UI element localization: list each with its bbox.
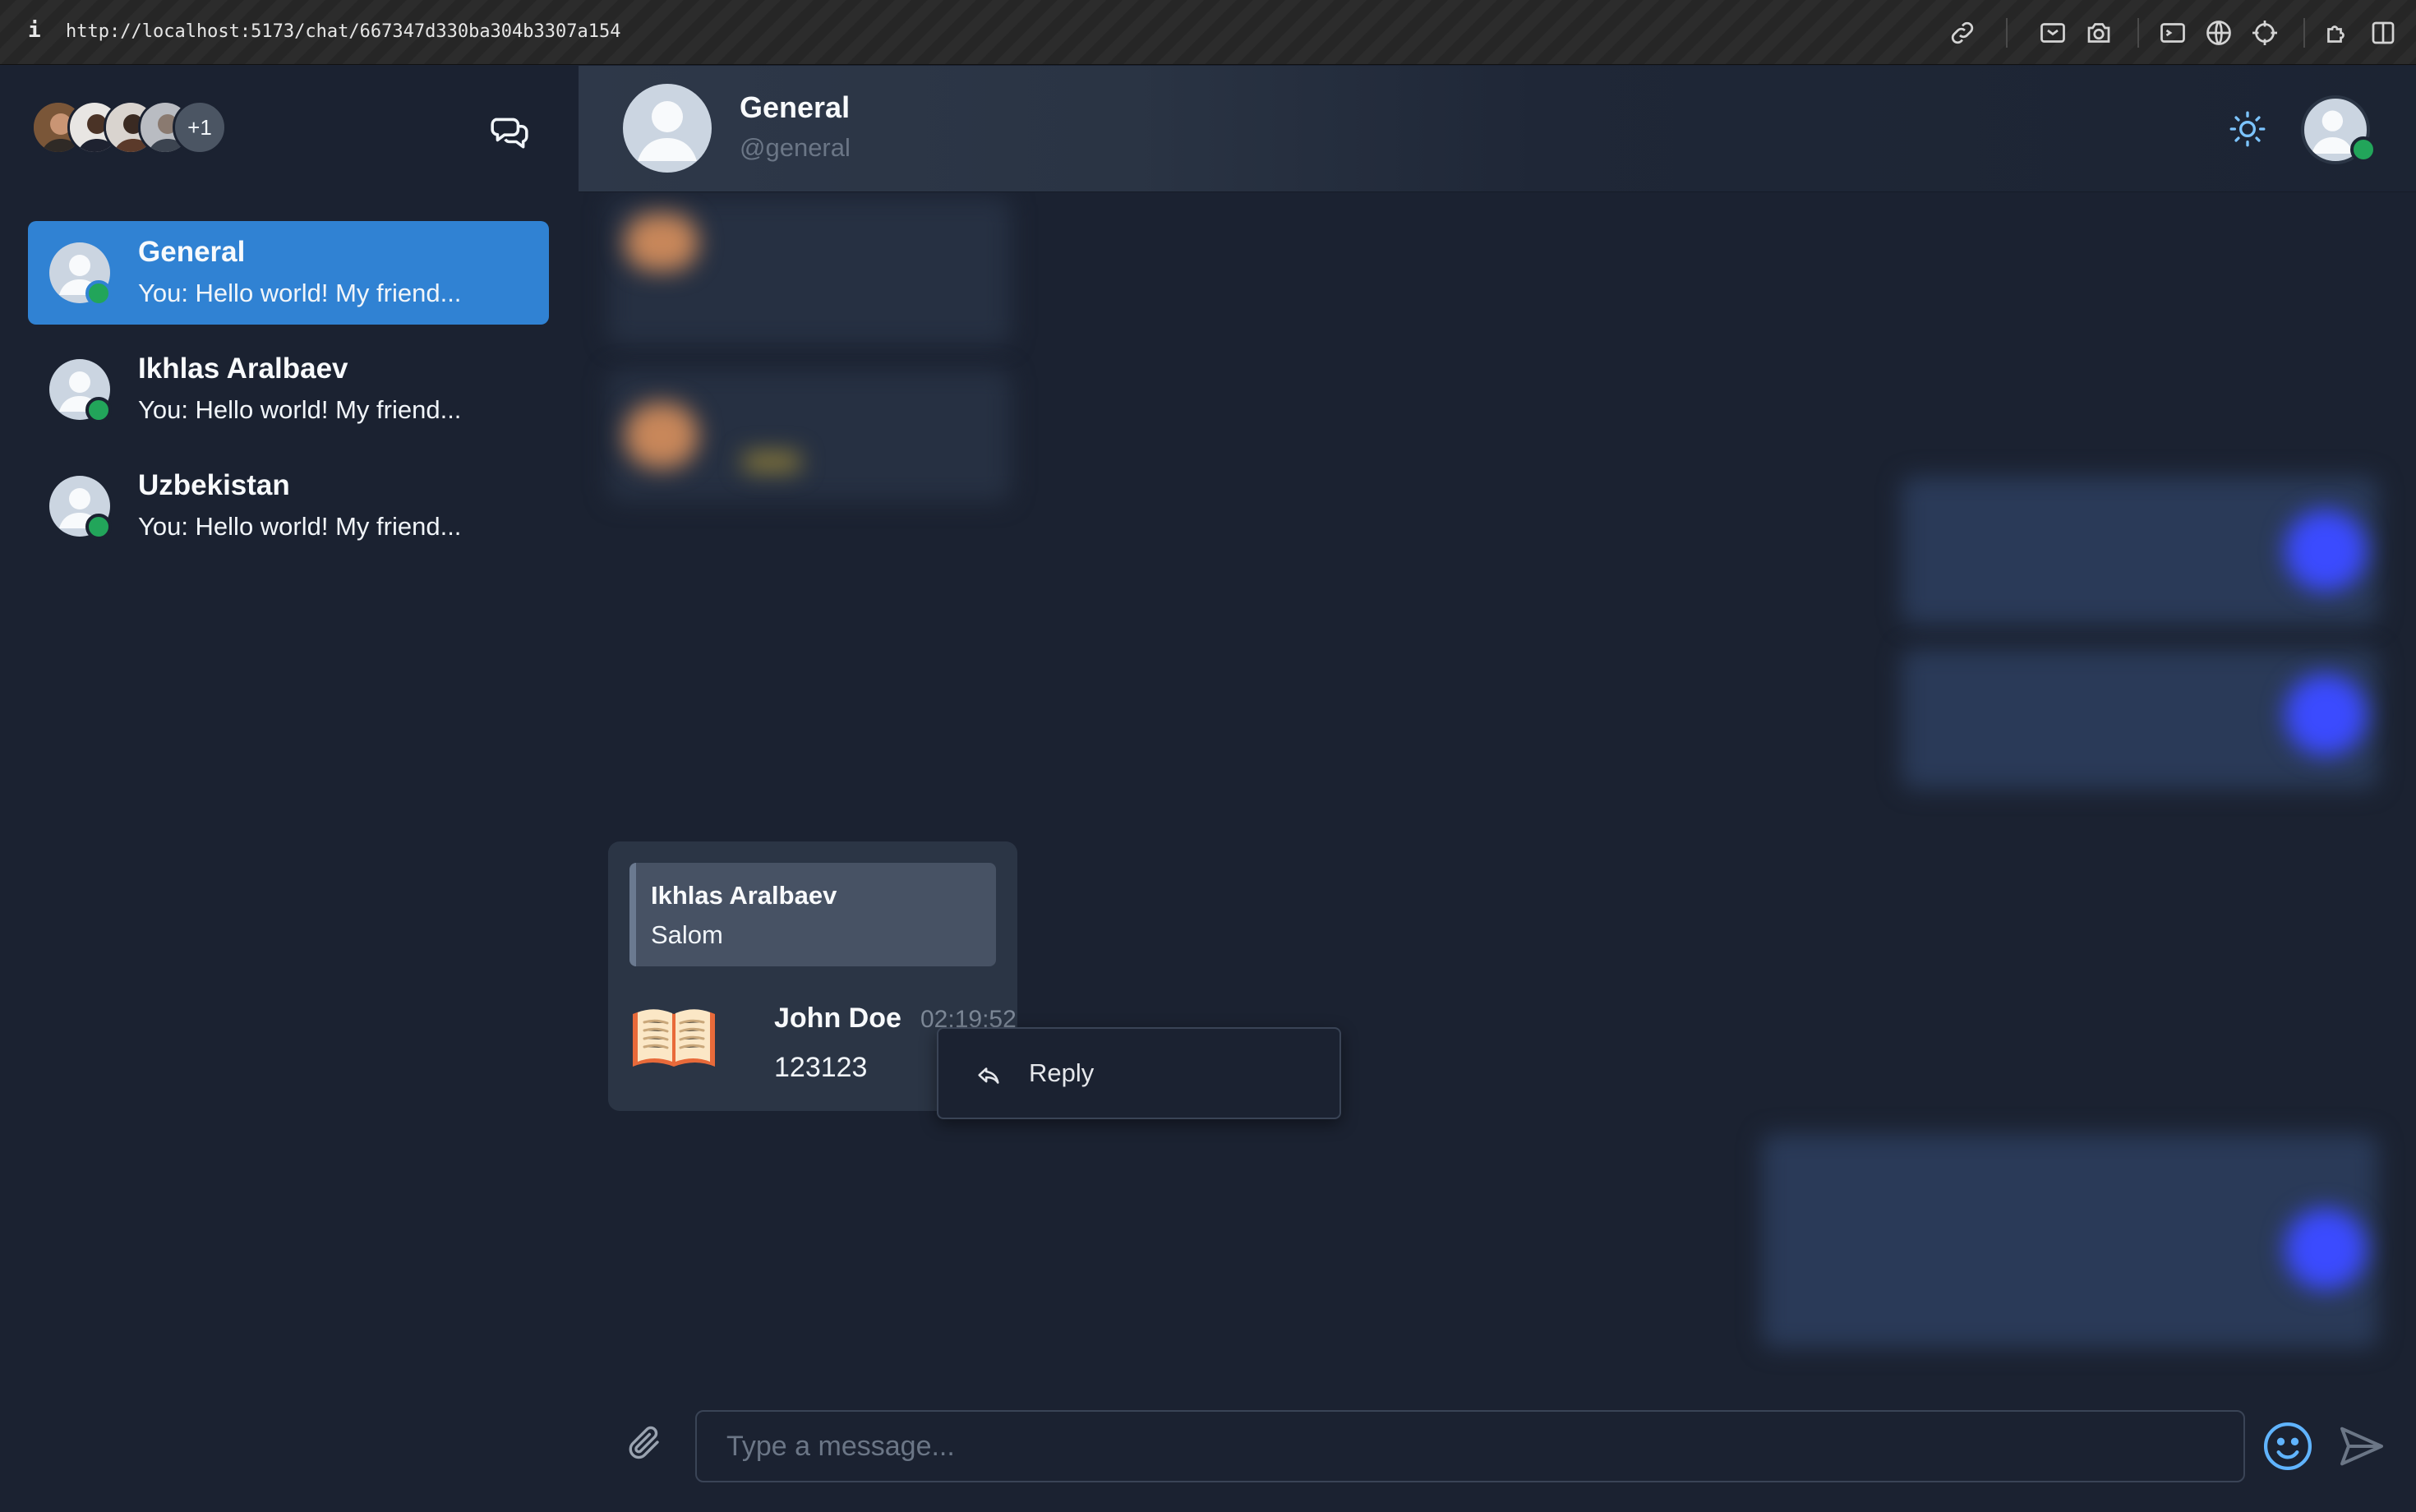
chat-preview: You: Hello world! My friend... xyxy=(138,512,462,541)
chat-name: Uzbekistan xyxy=(138,469,290,501)
browser-toolbar: i http://localhost:5173/chat/667347d330b… xyxy=(0,0,2416,65)
reply-quote[interactable]: Ikhlas Aralbaev Salom xyxy=(629,863,996,966)
quote-author: Ikhlas Aralbaev xyxy=(651,881,837,910)
send-button[interactable] xyxy=(2335,1420,2388,1473)
screenshot-icon[interactable] xyxy=(2038,18,2068,48)
toolbar-divider xyxy=(2303,18,2305,48)
toolbar-divider xyxy=(2006,18,2008,48)
theme-toggle-button[interactable] xyxy=(2227,108,2268,150)
globe-icon[interactable] xyxy=(2204,18,2234,48)
chat-item-general[interactable]: General You: Hello world! My friend... xyxy=(28,221,549,325)
address-bar-url[interactable]: http://localhost:5173/chat/667347d330ba3… xyxy=(66,21,621,42)
more-participants-count: +1 xyxy=(173,100,227,154)
paperclip-icon xyxy=(629,1426,659,1459)
info-icon[interactable]: i xyxy=(28,18,41,43)
online-status-dot xyxy=(85,280,112,307)
message-context-menu: Reply xyxy=(937,1027,1341,1119)
message-text: 123123 xyxy=(774,1052,868,1083)
chat-title: General xyxy=(740,90,851,124)
message-author: John Doe xyxy=(774,1003,901,1034)
online-status-dot xyxy=(85,514,112,540)
book-icon xyxy=(629,1003,718,1073)
avatar xyxy=(623,84,712,173)
chat-item-ikhlas-aralbaev[interactable]: Ikhlas Aralbaev You: Hello world! My fri… xyxy=(28,338,549,441)
send-icon xyxy=(2340,1427,2383,1466)
sun-icon xyxy=(2229,111,2266,147)
sidebar-toggle-icon[interactable] xyxy=(2368,18,2398,48)
reply-menu-item[interactable]: Reply xyxy=(938,1029,1339,1118)
chat-item-uzbekistan[interactable]: Uzbekistan You: Hello world! My friend..… xyxy=(28,454,549,558)
chat-handle: @general xyxy=(740,133,851,162)
crosshair-icon[interactable] xyxy=(2250,18,2280,48)
reply-icon xyxy=(975,1062,1003,1090)
online-status-dot xyxy=(85,397,112,423)
chat-sidebar: +1 General You: Hello world! My friend..… xyxy=(0,66,579,1512)
chat-header: General @general xyxy=(579,66,2416,192)
terminal-icon[interactable] xyxy=(2158,18,2188,48)
new-chat-button[interactable] xyxy=(485,107,534,156)
camera-icon[interactable] xyxy=(2084,18,2114,48)
blurred-avatar xyxy=(625,403,699,468)
message-input[interactable] xyxy=(695,1410,2245,1482)
chat-preview: You: Hello world! My friend... xyxy=(138,279,462,307)
blurred-avatar xyxy=(625,214,699,271)
reply-label: Reply xyxy=(1029,1058,1095,1087)
blurred-avatar xyxy=(2285,1208,2367,1290)
attach-button[interactable] xyxy=(625,1423,664,1463)
toolbar-divider xyxy=(2137,18,2139,48)
chat-preview: You: Hello world! My friend... xyxy=(138,395,462,424)
blurred-badge xyxy=(743,452,800,472)
chat-name: General xyxy=(138,236,246,268)
blurred-avatar xyxy=(2285,674,2367,756)
online-status-dot xyxy=(2350,136,2377,163)
smiley-icon xyxy=(2263,1422,2312,1471)
link-icon[interactable] xyxy=(1948,18,1977,48)
chat-main-panel: General @general Ikhlas Aralbaev Salom J… xyxy=(579,66,2416,1512)
emoji-button[interactable] xyxy=(2260,1418,2316,1474)
quote-text: Salom xyxy=(651,920,723,949)
blurred-avatar xyxy=(2285,509,2367,592)
extension-icon[interactable] xyxy=(2322,18,2352,48)
chat-name: Ikhlas Aralbaev xyxy=(138,353,348,385)
chat-bubbles-icon xyxy=(491,118,528,149)
